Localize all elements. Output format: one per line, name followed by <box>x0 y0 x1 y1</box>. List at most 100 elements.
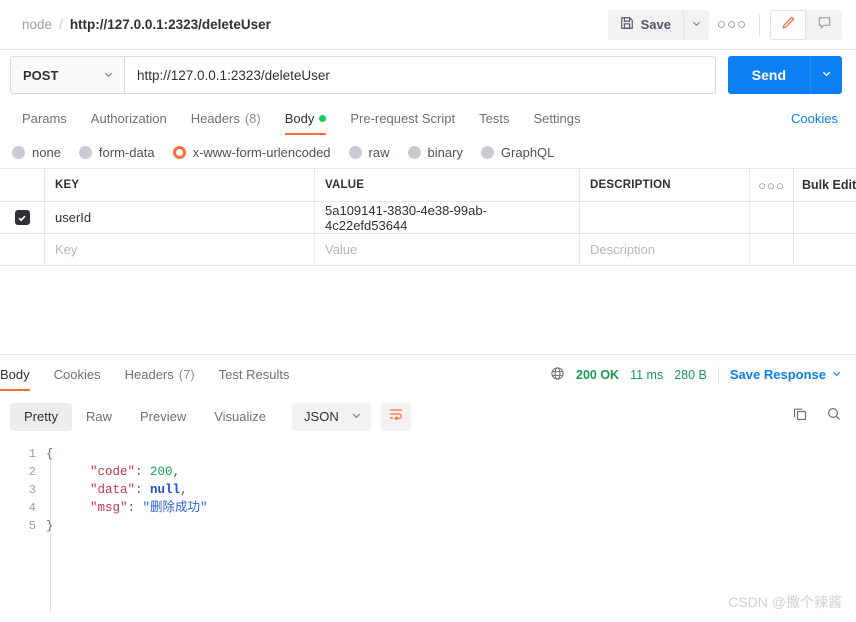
body-type-raw[interactable]: raw <box>348 145 390 160</box>
empty-row-description-placeholder: Description <box>590 242 656 257</box>
response-tab-headers[interactable]: Headers (7) <box>113 355 207 395</box>
body-type-none[interactable]: none <box>12 145 61 160</box>
response-format-bar: Pretty Raw Preview Visualize JSON <box>0 394 856 439</box>
send-dropdown-toggle[interactable] <box>810 56 842 94</box>
breadcrumb-collection[interactable]: node <box>22 17 52 32</box>
empty-row-checkbox-cell <box>0 234 45 265</box>
save-button[interactable]: Save <box>607 9 683 40</box>
response-actions <box>792 406 842 427</box>
table-header-checkbox-cell <box>0 169 45 201</box>
response-time: 11 ms <box>630 367 664 382</box>
response-tab-test-results[interactable]: Test Results <box>207 355 302 395</box>
postman-window: node / http://127.0.0.1:2323/deleteUser … <box>0 0 856 622</box>
tab-authorization[interactable]: Authorization <box>79 100 179 136</box>
tab-tests-label: Tests <box>479 110 510 126</box>
table-row[interactable]: userId 5a109141-3830-4e38-99ab-4c22efd53… <box>0 202 856 234</box>
http-method-label: POST <box>23 67 59 83</box>
search-icon <box>826 406 842 427</box>
ellipsis-icon: ○○○ <box>758 177 785 193</box>
word-wrap-toggle[interactable] <box>380 402 411 431</box>
copy-response-button[interactable] <box>792 406 808 427</box>
empty-row-key-cell[interactable]: Key <box>45 234 315 265</box>
format-tab-preview[interactable]: Preview <box>126 403 200 431</box>
code-line: "msg": "删除成功" <box>60 499 856 517</box>
edit-mode-button[interactable] <box>770 9 806 40</box>
radio-icon <box>407 145 421 159</box>
body-type-graphql[interactable]: GraphQL <box>480 145 554 160</box>
cookies-link[interactable]: Cookies <box>791 111 842 126</box>
json-code-content[interactable]: "code": 200, "data": null, "msg": "删除成功" <box>60 445 856 622</box>
view-toggle-group <box>770 9 842 40</box>
response-tab-body[interactable]: Body <box>0 355 42 395</box>
tab-authorization-label: Authorization <box>90 110 167 126</box>
chevron-down-icon <box>351 409 362 424</box>
table-header-value-label: VALUE <box>325 179 365 191</box>
comment-button[interactable] <box>806 10 842 40</box>
response-tab-test-results-label: Test Results <box>218 367 290 382</box>
row-bulk-cell <box>794 202 856 233</box>
bulk-edit-button[interactable]: Bulk Edit <box>794 169 856 201</box>
response-body-viewer[interactable]: 1 2 3 4 5 { } "code": 200, "data": null,… <box>0 438 856 622</box>
floppy-disk-icon <box>620 16 634 33</box>
empty-row-value-placeholder: Value <box>325 242 358 257</box>
format-tab-visualize[interactable]: Visualize <box>200 403 280 431</box>
word-wrap-icon <box>388 406 404 427</box>
request-tab-bar: Params Authorization Headers (8) Body Pr… <box>0 100 856 136</box>
row-checkbox-checked[interactable] <box>14 210 30 225</box>
code-token: , <box>180 482 188 497</box>
tab-tests[interactable]: Tests <box>467 100 521 136</box>
http-method-select[interactable]: POST <box>10 56 124 94</box>
line-number-gutter: 1 2 3 4 5 <box>0 445 46 622</box>
code-token: : <box>135 464 151 479</box>
code-token: "data" <box>90 482 136 497</box>
code-token: : <box>127 500 143 515</box>
table-header-description-label: DESCRIPTION <box>590 179 671 191</box>
empty-row-description-cell[interactable]: Description <box>580 234 750 265</box>
table-options-button[interactable]: ○○○ <box>750 169 794 201</box>
breadcrumb-separator: / <box>59 17 63 32</box>
format-tab-pretty[interactable]: Pretty <box>10 402 72 431</box>
empty-row-value-cell[interactable]: Value <box>315 234 580 265</box>
tab-headers-label: Headers <box>190 110 240 126</box>
radio-icon <box>348 145 362 159</box>
more-options-button[interactable]: ○○○ <box>715 10 749 40</box>
row-key-cell[interactable]: userId <box>45 202 315 233</box>
tab-pre-request-script[interactable]: Pre-request Script <box>338 100 467 136</box>
send-button[interactable]: Send <box>727 56 810 94</box>
request-url-input[interactable] <box>124 56 716 94</box>
comment-icon <box>817 15 832 35</box>
tab-headers[interactable]: Headers (8) <box>179 100 273 136</box>
chevron-down-icon <box>691 16 702 34</box>
radio-icon <box>12 145 25 159</box>
response-tab-body-label: Body <box>0 367 30 382</box>
response-status: 200 OK <box>576 367 620 382</box>
body-type-binary-label: binary <box>427 144 463 160</box>
tab-body[interactable]: Body <box>273 100 339 136</box>
response-language-select[interactable]: JSON <box>292 402 371 431</box>
code-fold-rail: { } <box>46 445 60 622</box>
response-tab-cookies[interactable]: Cookies <box>42 355 113 395</box>
tab-settings[interactable]: Settings <box>521 100 592 136</box>
code-token: "msg" <box>90 500 128 515</box>
breadcrumb-request-name[interactable]: http://127.0.0.1:2323/deleteUser <box>70 17 271 32</box>
fold-marker-open[interactable]: { <box>46 445 60 463</box>
body-type-form-data[interactable]: form-data <box>78 145 155 160</box>
response-tab-headers-count: (7) <box>178 367 195 382</box>
radio-icon <box>480 145 494 159</box>
body-type-binary[interactable]: binary <box>407 144 463 160</box>
save-response-label: Save Response <box>729 367 826 382</box>
body-type-x-www-form-urlencoded-label: x-www-form-urlencoded <box>192 144 331 160</box>
body-type-x-www-form-urlencoded[interactable]: x-www-form-urlencoded <box>172 144 331 160</box>
save-response-button[interactable]: Save Response <box>730 367 842 382</box>
row-value-cell[interactable]: 5a109141-3830-4e38-99ab-4c22efd53644 <box>315 202 580 233</box>
row-description-cell[interactable] <box>580 202 750 233</box>
request-url-bar: POST Send <box>0 50 856 100</box>
format-tab-raw[interactable]: Raw <box>72 403 126 431</box>
response-tab-headers-label: Headers <box>124 367 174 382</box>
tab-params[interactable]: Params <box>10 100 79 136</box>
save-dropdown-toggle[interactable] <box>683 9 709 40</box>
table-row-empty[interactable]: Key Value Description <box>0 234 856 266</box>
row-key-text: userId <box>55 210 92 225</box>
code-token: "删除成功" <box>142 500 208 515</box>
search-response-button[interactable] <box>826 406 842 427</box>
